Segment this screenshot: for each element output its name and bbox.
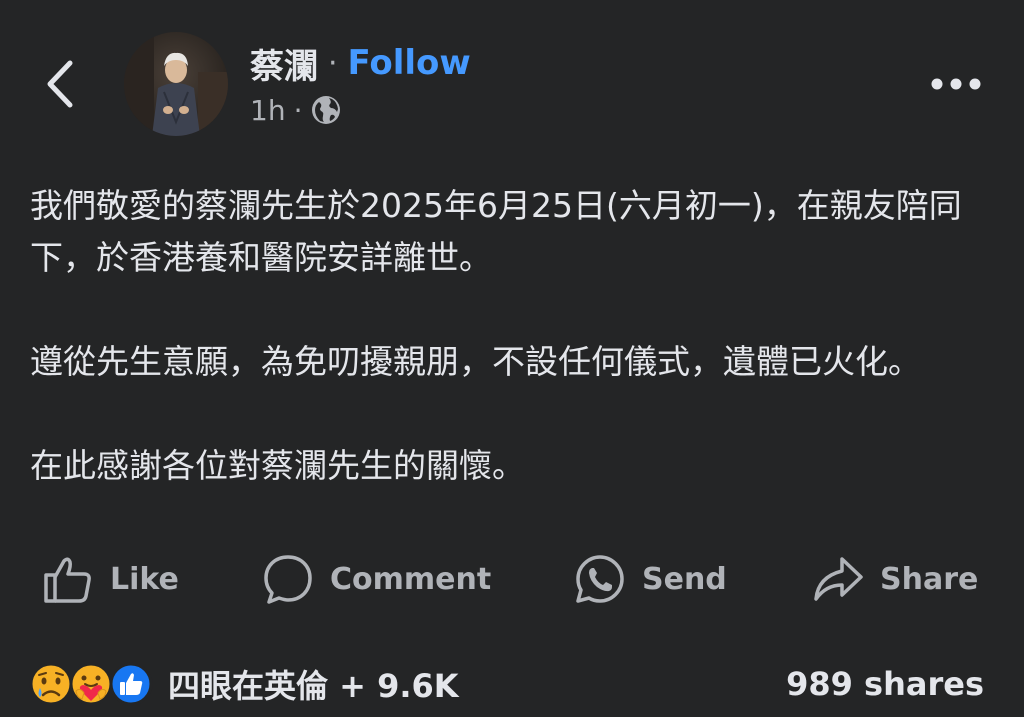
comment-button[interactable]: Comment — [262, 548, 491, 610]
comment-icon — [264, 555, 312, 604]
post-time[interactable]: 1h — [250, 94, 286, 127]
back-button[interactable] — [30, 52, 90, 116]
reaction-icons — [28, 661, 153, 707]
share-arrow-icon — [814, 557, 863, 601]
chevron-left-icon — [47, 60, 73, 108]
like-icon — [44, 557, 91, 603]
send-label: Send — [642, 561, 727, 597]
post-paragraph: 在此感謝各位對蔡瀾先生的關懷。 — [30, 446, 525, 485]
avatar[interactable] — [124, 32, 228, 136]
reactions-summary[interactable]: 四眼在英倫 + 9.6K — [28, 656, 459, 712]
separator-dot: · — [328, 45, 338, 81]
action-bar: Like Comment Send Share — [0, 548, 1024, 610]
share-count[interactable]: 989 shares — [786, 656, 984, 712]
share-button[interactable]: Share — [812, 548, 978, 610]
post-paragraph: 遵從先生意願，為免叨擾親朋，不設任何儀式，遺體已火化。 — [30, 342, 921, 381]
follow-button[interactable]: Follow — [348, 43, 471, 83]
reaction-summary-text: 四眼在英倫 + 9.6K — [168, 667, 459, 705]
author-photo — [124, 32, 228, 136]
author-name[interactable]: 蔡瀾 — [250, 39, 318, 88]
more-options-button[interactable] — [928, 64, 984, 104]
whatsapp-icon — [576, 555, 624, 603]
send-button[interactable]: Send — [574, 548, 727, 610]
globe-icon — [312, 96, 341, 124]
more-horizontal-icon — [931, 78, 981, 90]
like-label: Like — [110, 561, 179, 597]
like-button[interactable]: Like — [42, 548, 179, 610]
comment-label: Comment — [330, 561, 492, 597]
post-paragraph: 我們敬愛的蔡瀾先生於2025年6月25日(六月初一)，在親友陪同下，於香港養和醫… — [30, 186, 962, 277]
author-line: 蔡瀾 · Follow — [250, 39, 471, 88]
post-meta: 1h · — [250, 92, 342, 128]
meta-separator: · — [293, 93, 303, 127]
post-text: 我們敬愛的蔡瀾先生於2025年6月25日(六月初一)，在親友陪同下，於香港養和醫… — [30, 180, 970, 544]
share-label: Share — [880, 561, 979, 597]
like-reaction-icon — [109, 662, 153, 706]
